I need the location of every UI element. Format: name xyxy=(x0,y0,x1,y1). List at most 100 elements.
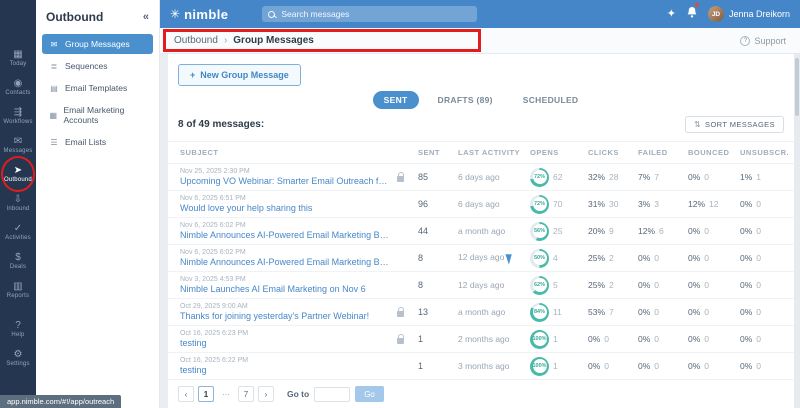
column-header-sent[interactable]: SENT xyxy=(418,148,458,157)
scrollbar-thumb[interactable] xyxy=(795,58,799,116)
sent-count: 1 xyxy=(418,334,424,344)
opens-count: 4 xyxy=(553,253,558,263)
table-row[interactable]: Nov 6, 2025 6:02 PM Nimble Announces AI-… xyxy=(168,245,794,272)
message-subject-link[interactable]: Thanks for joining yesterday's Partner W… xyxy=(180,311,391,321)
support-link[interactable]: ? Support xyxy=(740,35,786,46)
message-subject-link[interactable]: Nimble Announces AI-Powered Email Market… xyxy=(180,230,391,240)
new-group-message-button[interactable]: + New Group Message xyxy=(178,64,301,86)
apps-icon[interactable]: ✦ xyxy=(667,8,676,20)
failed-count: 7 xyxy=(654,172,660,182)
message-date: Nov 6, 2025 6:02 PM xyxy=(180,249,246,256)
rail-label: Activities xyxy=(5,235,31,241)
message-subject-link[interactable]: Would love your help sharing this xyxy=(180,203,391,213)
sort-messages-button[interactable]: ⇅ SORT MESSAGES xyxy=(684,116,784,133)
opens-percent: 100% xyxy=(532,332,547,346)
tab-sent[interactable]: SENT xyxy=(372,91,419,109)
sidebar-item-sequences[interactable]: ≣ Sequences xyxy=(42,56,153,76)
table-row[interactable]: Nov 3, 2025 4:53 PM Nimble Launches AI E… xyxy=(168,272,794,299)
rail-item-settings[interactable]: ⚙ Settings xyxy=(0,344,36,373)
rail-item-workflows[interactable]: ⇶ Workflows xyxy=(0,102,36,131)
clicks-percent: 32% xyxy=(588,172,606,182)
sidebar-item-email-lists[interactable]: ☰ Email Lists xyxy=(42,132,153,152)
opens-cell: 62% 5 xyxy=(530,275,588,295)
table-row[interactable]: Nov 6, 2025 6:02 PM Nimble Announces AI-… xyxy=(168,218,794,245)
clicks-count: 2 xyxy=(609,253,614,263)
clicks-percent: 0% xyxy=(588,361,601,371)
subject-cell: Nov 3, 2025 4:53 PM Nimble Launches AI E… xyxy=(180,276,418,294)
message-subject-link[interactable]: Nimble Launches AI Email Marketing on No… xyxy=(180,284,391,294)
column-header-unsubscr[interactable]: UNSUBSCR. xyxy=(740,148,794,157)
clicks-count: 0 xyxy=(604,361,610,371)
message-subject-link[interactable]: Nimble Announces AI-Powered Email Market… xyxy=(180,257,391,267)
sidebar-item-group-messages[interactable]: ✉ Group Messages xyxy=(42,34,153,54)
rail-icon: ▦ xyxy=(13,49,23,60)
sidebar-title: Outbound xyxy=(46,10,104,24)
goto-page-input[interactable] xyxy=(314,386,351,402)
rail-item-reports[interactable]: ▥ Reports xyxy=(0,276,36,305)
bounced-percent: 0% xyxy=(688,280,701,290)
rail-icon: ? xyxy=(15,320,21,331)
go-button[interactable]: Go xyxy=(355,386,384,402)
rail-label: Contacts xyxy=(5,90,31,96)
rail-item-today[interactable]: ▦ Today xyxy=(0,44,36,73)
message-subject-link[interactable]: Upcoming VO Webinar: Smarter Email Outre… xyxy=(180,176,391,186)
last-activity-text: 2 months ago xyxy=(458,334,510,344)
subject-cell: Nov 6, 2025 6:02 PM Nimble Announces AI-… xyxy=(180,222,418,240)
opens-cell: 100% 1 xyxy=(530,356,588,376)
notification-badge-dot xyxy=(694,3,699,7)
bounced-percent: 0% xyxy=(688,334,701,344)
breadcrumb-outbound[interactable]: Outbound xyxy=(174,35,218,46)
clicks-cell: 31% 30 xyxy=(588,199,638,209)
rail-item-messages[interactable]: ✉ Messages xyxy=(0,131,36,160)
bounced-percent: 0% xyxy=(688,226,701,236)
tab-scheduled[interactable]: SCHEDULED xyxy=(512,91,590,109)
column-header-opens[interactable]: OPENS xyxy=(530,148,588,157)
column-header-last-activity[interactable]: LAST ACTIVITY xyxy=(458,148,530,157)
collapse-sidebar-icon[interactable]: « xyxy=(143,11,149,23)
sidebar-item-email-marketing-accounts[interactable]: ▦ Email Marketing Accounts xyxy=(42,100,153,130)
table-row[interactable]: Nov 25, 2025 2:30 PM Upcoming VO Webinar… xyxy=(168,164,794,191)
failed-percent: 0% xyxy=(638,334,651,344)
rail-item-inbound[interactable]: ⇩ Inbound xyxy=(0,189,36,218)
message-subject-link[interactable]: testing xyxy=(180,365,391,375)
clicks-count: 0 xyxy=(604,334,610,344)
user-menu[interactable]: JD Jenna Dreikorn xyxy=(707,6,790,22)
new-group-message-label: New Group Message xyxy=(200,70,289,80)
message-subject-link[interactable]: testing xyxy=(180,338,391,348)
failed-count: 0 xyxy=(654,361,660,371)
column-header-clicks[interactable]: CLICKS xyxy=(588,148,638,157)
table-row[interactable]: Oct 16, 2025 6:22 PM testing 1 3 months … xyxy=(168,353,794,380)
next-page[interactable]: › xyxy=(258,386,274,402)
rail-item-deals[interactable]: $ Deals xyxy=(0,247,36,276)
nimble-logo[interactable]: ✳ nimble xyxy=(170,7,228,22)
opens-cell: 56% 25 xyxy=(530,221,588,241)
rail-item-contacts[interactable]: ◉ Contacts xyxy=(0,73,36,102)
global-search-bar[interactable] xyxy=(262,6,478,22)
vertical-scrollbar[interactable] xyxy=(794,54,800,408)
tab-drafts-89[interactable]: DRAFTS (89) xyxy=(427,91,504,109)
table-row[interactable]: Oct 16, 2025 6:23 PM testing 1 2 months … xyxy=(168,326,794,353)
prev-page[interactable]: ‹ xyxy=(178,386,194,402)
table-row[interactable]: Oct 29, 2025 9:00 AM Thanks for joining … xyxy=(168,299,794,326)
message-date: Nov 6, 2025 6:02 PM xyxy=(180,222,246,229)
page-7[interactable]: 7 xyxy=(238,386,254,402)
column-header-failed[interactable]: FAILED xyxy=(638,148,688,157)
table-row[interactable]: Nov 6, 2025 6:51 PM Would love your help… xyxy=(168,191,794,218)
subject-cell: Nov 25, 2025 2:30 PM Upcoming VO Webinar… xyxy=(180,168,418,186)
unsubscribed-percent: 0% xyxy=(740,226,753,236)
table-header: SUBJECT SENT LAST ACTIVITY OPENS CLICKS … xyxy=(168,141,794,164)
rail-item-outbound[interactable]: ➤ Outbound xyxy=(0,160,36,189)
sidebar-item-email-templates[interactable]: ▤ Email Templates xyxy=(42,78,153,98)
column-header-subject[interactable]: SUBJECT xyxy=(180,148,418,157)
page-1[interactable]: 1 xyxy=(198,386,214,402)
opens-progress-ring: 56% xyxy=(530,221,549,241)
column-header-bounced[interactable]: BOUNCED xyxy=(688,148,740,157)
rail-label: Inbound xyxy=(6,206,30,212)
sidebar-item-icon: ≣ xyxy=(50,61,58,71)
rail-item-activities[interactable]: ✓ Activities xyxy=(0,218,36,247)
unsubscribed-percent: 0% xyxy=(740,334,753,344)
notifications-bell-icon[interactable] xyxy=(687,3,699,23)
sidebar-item-icon: ▤ xyxy=(50,83,58,93)
rail-item-help[interactable]: ? Help xyxy=(0,315,36,344)
search-input[interactable] xyxy=(281,9,472,19)
